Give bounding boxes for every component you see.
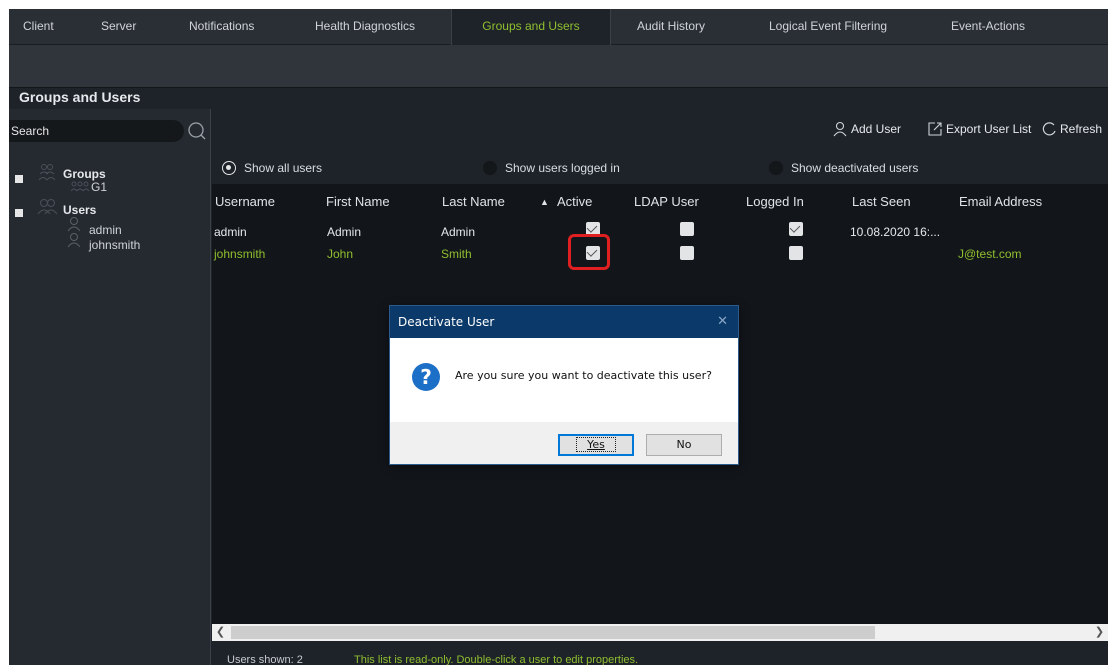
yes-label: Yes [576, 437, 616, 452]
column-active[interactable]: Active [557, 192, 592, 212]
dialog-footer: Yes No [390, 422, 738, 464]
secondary-toolbar [9, 45, 1108, 87]
dialog-title: Deactivate User ✕ [390, 306, 738, 338]
tab-health-diagnostics[interactable]: Health Diagnostics [305, 9, 425, 43]
add-user-label: Add User [851, 122, 902, 136]
tree-user-admin[interactable]: admin [89, 222, 122, 238]
collapse-groups-icon[interactable] [15, 175, 23, 183]
refresh-label: Refresh [1060, 122, 1103, 136]
filter-label: Show all users [244, 161, 323, 175]
column-email-address[interactable]: Email Address [959, 192, 1042, 212]
yes-button[interactable]: Yes [558, 434, 634, 456]
tab-bar: Client Server Notifications Health Diagn… [9, 9, 1108, 45]
radio-unselected-icon [769, 161, 783, 175]
add-user-icon [833, 121, 847, 137]
dialog-body: ? Are you sure you want to deactivate th… [390, 338, 738, 422]
search-box [9, 120, 184, 142]
filter-label: Show deactivated users [791, 161, 919, 175]
refresh-icon [1042, 122, 1056, 136]
users-shown-count: Users shown: 2 [227, 654, 303, 665]
cell-first-name: Admin [327, 225, 362, 239]
tree-group-g1[interactable]: G1 [91, 179, 107, 195]
question-icon: ? [412, 363, 440, 391]
users-icon [37, 198, 59, 219]
divider [9, 87, 1108, 88]
scrollbar-thumb[interactable] [231, 626, 875, 639]
search-input[interactable] [11, 120, 181, 142]
tree-user-johnsmith[interactable]: johnsmith [89, 237, 140, 253]
cell-last-name: Smith [441, 247, 472, 261]
logged-in-checkbox[interactable] [789, 222, 803, 236]
tab-client[interactable]: Client [13, 9, 64, 43]
groups-icon [37, 162, 57, 185]
column-ldap-user[interactable]: LDAP User [634, 192, 699, 212]
refresh-button[interactable]: Refresh [1041, 120, 1102, 138]
column-username[interactable]: Username [215, 192, 275, 212]
cell-first-name: John [327, 247, 354, 261]
sidebar [9, 109, 211, 665]
user-icon [67, 232, 81, 251]
cell-last-seen: 10.08.2020 16:... [850, 225, 941, 239]
column-logged-in[interactable]: Logged In [746, 192, 804, 212]
dialog-title-text: Deactivate User [398, 315, 495, 329]
no-button[interactable]: No [646, 434, 722, 456]
cell-username: admin [214, 225, 247, 239]
add-user-button[interactable]: Add User [832, 120, 901, 138]
radio-selected-icon [222, 161, 236, 175]
close-icon[interactable]: ✕ [717, 306, 728, 338]
filter-label: Show users logged in [505, 161, 620, 175]
logged-in-checkbox[interactable] [789, 246, 803, 260]
cell-email: J@test.com [958, 247, 1022, 261]
deactivate-user-dialog: Deactivate User ✕ ? Are you sure you wan… [389, 305, 739, 465]
cell-last-name: Admin [441, 225, 476, 239]
column-first-name[interactable]: First Name [326, 192, 390, 212]
tab-event-actions[interactable]: Event-Actions [941, 9, 1035, 43]
export-user-list-button[interactable]: Export User List [927, 120, 1031, 138]
filter-show-all-users[interactable]: Show all users [222, 159, 322, 177]
tab-groups-and-users[interactable]: Groups and Users [451, 9, 611, 45]
tab-audit-history[interactable]: Audit History [627, 9, 715, 43]
column-last-seen[interactable]: Last Seen [852, 192, 911, 212]
tab-logical-event-filtering[interactable]: Logical Event Filtering [759, 9, 897, 43]
filter-show-logged-in[interactable]: Show users logged in [483, 159, 620, 177]
scroll-left-icon[interactable]: ❮ [212, 624, 229, 641]
export-icon [928, 122, 942, 136]
tab-server[interactable]: Server [91, 9, 146, 43]
column-last-name[interactable]: Last Name [442, 192, 505, 212]
radio-unselected-icon [483, 161, 497, 175]
highlight-annotation [568, 234, 610, 270]
dialog-message: Are you sure you want to deactivate this… [455, 369, 712, 382]
page-title: Groups and Users [19, 89, 141, 105]
sort-ascending-icon: ▲ [540, 197, 549, 207]
group-icon [70, 181, 91, 196]
cell-username: johnsmith [214, 247, 266, 261]
app-window: Client Server Notifications Health Diagn… [9, 9, 1108, 665]
read-only-hint: This list is read-only. Double-click a u… [354, 654, 639, 665]
filter-show-deactivated[interactable]: Show deactivated users [769, 159, 918, 177]
search-icon[interactable] [187, 120, 207, 142]
horizontal-scrollbar[interactable]: ❮ ❯ [212, 624, 1108, 641]
export-user-list-label: Export User List [946, 122, 1032, 136]
ldap-checkbox[interactable] [680, 246, 694, 260]
collapse-users-icon[interactable] [15, 209, 23, 217]
scroll-right-icon[interactable]: ❯ [1091, 624, 1108, 641]
no-label: No [676, 438, 692, 451]
ldap-checkbox[interactable] [680, 222, 694, 236]
tab-notifications[interactable]: Notifications [179, 9, 264, 43]
